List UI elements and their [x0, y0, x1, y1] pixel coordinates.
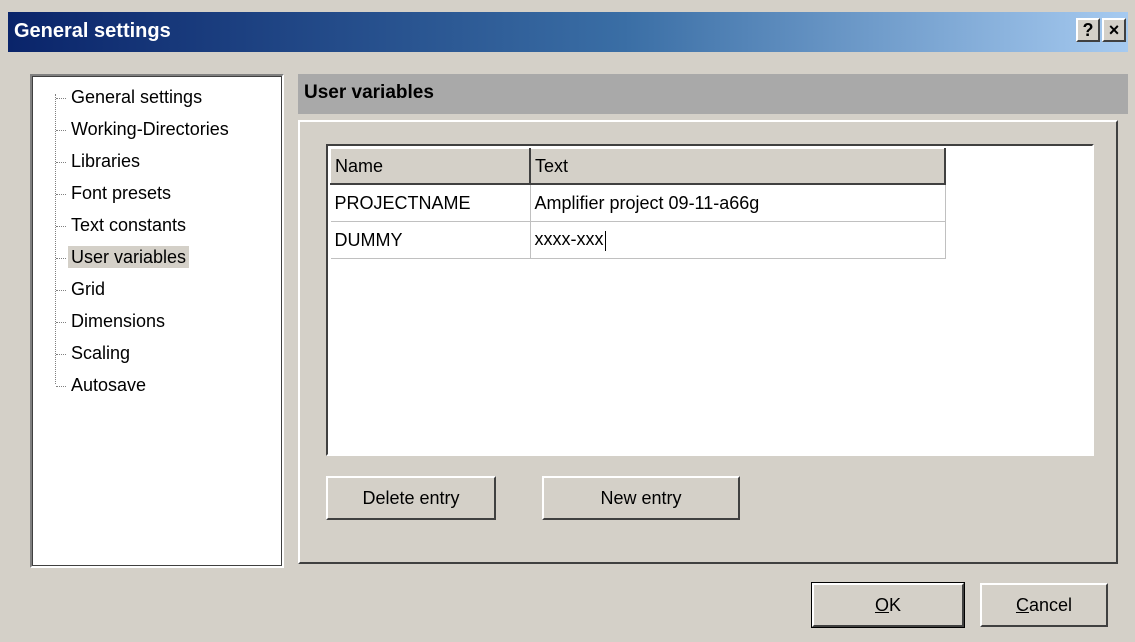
tree-item-label: Text constants — [71, 215, 187, 235]
general-settings-dialog: General settings ? × General settings Wo… — [0, 0, 1135, 642]
tree-item-dimensions[interactable]: Dimensions — [56, 306, 168, 336]
ok-label-rest: K — [889, 595, 902, 615]
table-row[interactable]: DUMMY xxxx-xxx — [330, 221, 946, 259]
tree-item-label: General settings — [71, 87, 203, 107]
table-row[interactable]: PROJECTNAME Amplifier project 09-11-a66g — [330, 184, 946, 222]
tree-item-grid[interactable]: Grid — [56, 274, 108, 304]
user-variables-grid[interactable]: Name Text PROJECTNAME Amplifier project … — [326, 144, 1094, 456]
tree-item-label: Autosave — [71, 375, 147, 395]
new-entry-button[interactable]: New entry — [542, 476, 740, 520]
close-button[interactable]: × — [1102, 18, 1126, 42]
section-title: User variables — [304, 82, 434, 103]
table-header-row: Name Text — [330, 148, 946, 185]
cancel-label-rest: ancel — [1028, 595, 1073, 615]
section-header: User variables — [298, 74, 1128, 114]
help-button[interactable]: ? — [1076, 18, 1100, 42]
tree-item-font-presets[interactable]: Font presets — [56, 178, 174, 208]
tree-item-label: Grid — [71, 279, 106, 299]
tree-item-label: Font presets — [71, 183, 172, 203]
cancel-mnemonic: C — [1015, 595, 1029, 615]
settings-tree[interactable]: General settings Working-Directories Lib… — [30, 74, 284, 568]
cell-name[interactable]: PROJECTNAME — [330, 184, 531, 222]
window-title: General settings — [14, 20, 171, 42]
tree-item-label: Libraries — [71, 151, 141, 171]
tree-item-label: User variables — [68, 246, 190, 268]
tree-item-autosave[interactable]: Autosave — [56, 370, 149, 400]
tree-item-label: Working-Directories — [71, 119, 229, 139]
tree-item-user-variables[interactable]: User variables — [56, 242, 190, 272]
variables-table: Name Text PROJECTNAME Amplifier project … — [330, 148, 946, 259]
text-cursor — [604, 230, 606, 251]
tree-item-label: Dimensions — [71, 311, 166, 331]
tree-item-libraries[interactable]: Libraries — [56, 146, 143, 176]
cell-name[interactable]: DUMMY — [330, 221, 531, 259]
cancel-button[interactable]: Cancel — [980, 583, 1108, 627]
tree-item-text-constants[interactable]: Text constants — [56, 210, 189, 240]
column-header-name[interactable]: Name — [330, 148, 531, 185]
tree-item-general-settings[interactable]: General settings — [56, 82, 205, 112]
title-bar[interactable]: General settings ? × — [8, 12, 1128, 52]
cell-text-editing[interactable]: xxxx-xxx — [530, 221, 946, 259]
column-header-text[interactable]: Text — [529, 148, 946, 185]
ok-button[interactable]: OK — [811, 582, 965, 628]
tree-item-scaling[interactable]: Scaling — [56, 338, 133, 368]
cell-text[interactable]: Amplifier project 09-11-a66g — [530, 184, 946, 222]
tree-item-working-directories[interactable]: Working-Directories — [56, 114, 232, 144]
ok-mnemonic: O — [874, 595, 889, 615]
delete-entry-button[interactable]: Delete entry — [326, 476, 496, 520]
cell-text-value: xxxx-xxx — [534, 229, 604, 250]
tree-item-label: Scaling — [71, 343, 131, 363]
